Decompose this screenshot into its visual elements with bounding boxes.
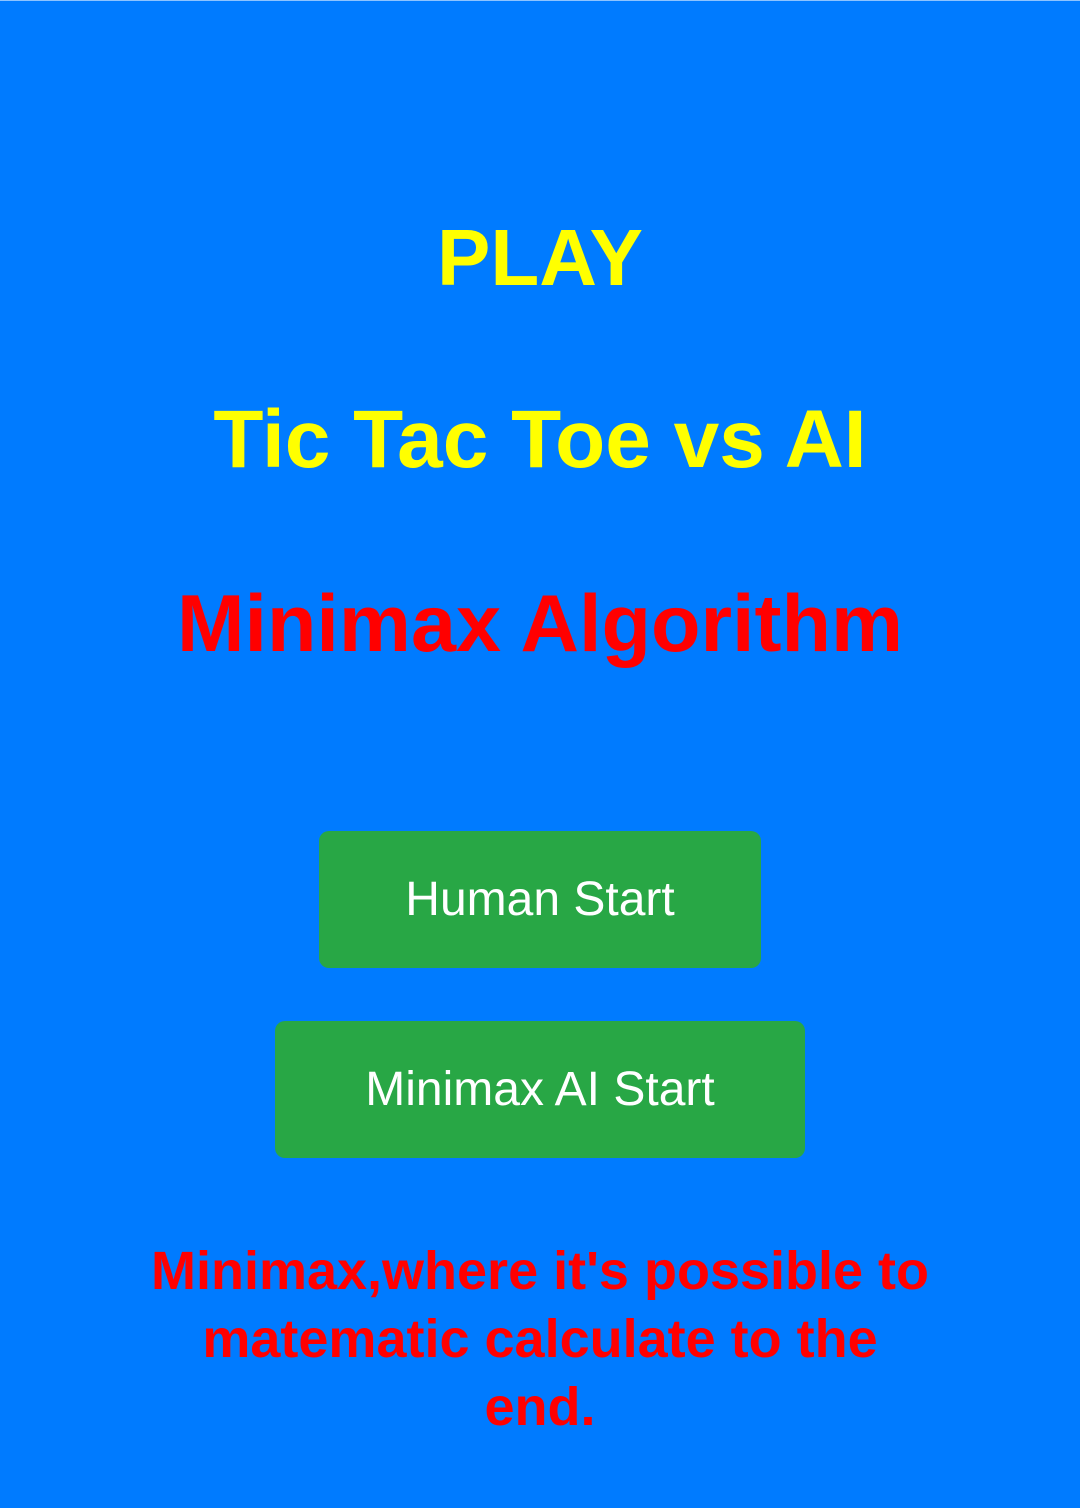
game-title: Tic Tac Toe vs AI — [213, 394, 867, 485]
minimax-description: Minimax,where it's possible to matematic… — [150, 1241, 930, 1437]
main-screen: PLAY Tic Tac Toe vs AI Minimax Algorithm… — [0, 0, 1080, 1508]
play-title: PLAY — [436, 213, 643, 302]
algorithm-title: Minimax Algorithm — [176, 579, 904, 669]
minimax-ai-start-button[interactable]: Minimax AI Start — [275, 1021, 805, 1158]
human-start-button[interactable]: Human Start — [319, 831, 761, 968]
